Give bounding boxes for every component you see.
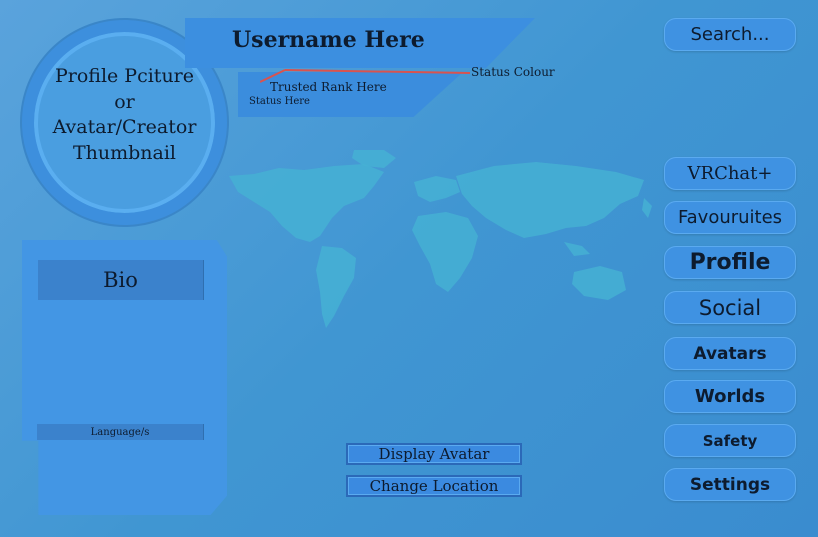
status-text: Status Here (249, 96, 310, 107)
menu-avatars-button[interactable]: Avatars (664, 337, 796, 370)
menu-profile-button[interactable]: Profile (664, 246, 796, 279)
profile-picture-label-line: Avatar/Creator (52, 116, 197, 138)
bio-title: Bio (38, 260, 204, 300)
menu-social-button[interactable]: Social (664, 291, 796, 324)
menu-safety-button[interactable]: Safety (664, 424, 796, 457)
profile-picture-label-line: or (114, 90, 135, 113)
menu-vrchat-plus-button[interactable]: VRChat+ (664, 157, 796, 190)
menu-settings-button[interactable]: Settings (664, 468, 796, 501)
languages-label: Language/s (37, 424, 204, 440)
world-map (229, 150, 652, 328)
status-colour-label: Status Colour (471, 65, 555, 79)
search-button[interactable]: Search... (664, 18, 796, 51)
profile-picture-label: Profile Pciture or Avatar/Creator Thumbn… (22, 64, 227, 166)
menu-favourites-button[interactable]: Favouruites (664, 201, 796, 234)
trusted-rank: Trusted Rank Here (270, 80, 387, 94)
menu-worlds-button[interactable]: Worlds (664, 380, 796, 413)
display-avatar-button[interactable]: Display Avatar (346, 443, 522, 465)
profile-picture-label-line: Thumbnail (72, 141, 177, 164)
change-location-button[interactable]: Change Location (346, 475, 522, 497)
username: Username Here (232, 27, 425, 53)
